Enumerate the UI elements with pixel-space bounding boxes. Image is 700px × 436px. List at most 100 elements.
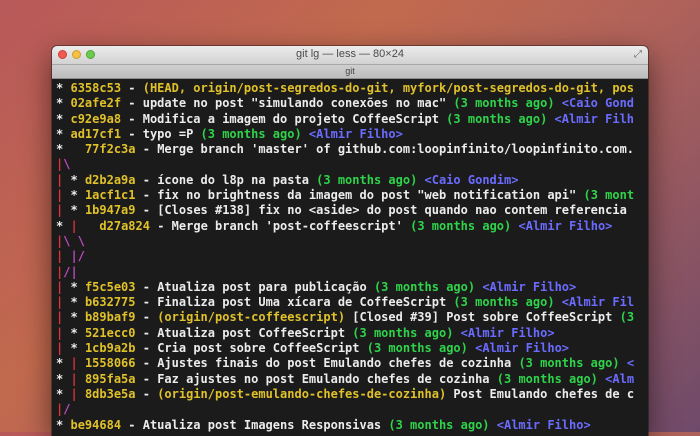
commit-hash: b632775 [84,295,136,310]
log-line: | * 1acf1c1 - fix no brightness da image… [56,188,648,203]
separator: - [121,81,143,95]
commit-hash: 895fa5a [84,371,136,386]
separator: - [135,203,158,218]
commit-date: (3 months ago) [366,341,476,356]
commit-message: Post Emulando chefes de c [453,386,635,401]
graph: * | [56,371,78,386]
commit-date: (3 months ago) [453,96,562,111]
graph: * [56,81,64,95]
separator: - [135,386,158,401]
log-line: |\ \ [56,234,648,249]
commit-hash: c92e9a8 [70,111,122,126]
commit-date: (3 months ago) [316,172,425,187]
graph: | * [56,310,78,325]
title-bar[interactable]: git lg — less — 80×24 ⤢ [52,46,648,65]
separator: - [135,172,158,187]
log-line: | * 521ecc0 - Atualiza post CoffeeScript… [56,326,648,341]
commit-author: <Caio Gond [561,96,635,111]
terminal-window: git lg — less — 80×24 ⤢ git * 6358c53 - … [52,46,648,436]
log-line: | * d2b2a9a - ícone do l8p na pasta (3 m… [56,173,648,188]
ref-names: (origin/post-coffeescript) [157,310,353,325]
log-line: | * f5c5e03 - Atualiza post para publica… [56,280,648,295]
separator: - [135,310,158,325]
commit-author: < [626,356,635,371]
commit-date: (3 [619,310,635,325]
commit-author: <Alm [605,371,635,386]
separator: - [149,218,172,233]
log-line: | * b632775 - Finaliza post Uma xícara d… [56,295,648,310]
commit-hash: 1cb9a2b [84,341,136,356]
graph: * | [56,356,78,371]
commit-author: <Almir Filho> [460,325,555,340]
separator: - [121,126,143,141]
commit-date: (3 mont [583,188,635,203]
commit-date: (3 months ago) [410,218,519,233]
log-line: * | 8db3e5a - (origin/post-emulando-chef… [56,387,648,402]
ref-names: (origin/post-emulando-chefes-de-cozinha) [157,386,454,401]
commit-hash: b89baf9 [84,310,136,325]
commit-date: (3 months ago) [496,371,606,386]
commit-author: <Almir Filho> [518,218,613,233]
terminal-output[interactable]: * 6358c53 - (HEAD, origin/post-segredos-… [52,79,648,433]
commit-hash: d2b2a9a [84,172,136,187]
commit-message: Ajustes finais do post Emulando chefes d… [157,356,519,371]
commit-message: [Closed #39] Post sobre CoffeeScript [352,310,620,325]
separator: - [121,417,143,432]
graph: * | [56,218,78,233]
window-title: git lg — less — 80×24 [296,48,404,60]
commit-date: (3 months ago) [352,325,461,340]
log-line: * be94684 - Atualiza post Imagens Respon… [56,418,648,433]
separator: - [135,188,158,203]
log-line: | * 1cb9a2b - Cria post sobre CoffeeScri… [56,341,648,356]
separator: - [135,356,158,371]
commit-message: Cria post sobre CoffeeScript [157,341,367,356]
commit-message: Merge branch 'master' of github.com:loop… [157,142,635,157]
tab-git[interactable]: git [52,65,648,78]
graph: | * [56,341,78,356]
commit-message: fix no brightness da imagem do post "web… [157,188,584,203]
graph: | * [56,172,78,187]
graph: * [56,142,64,157]
log-line: * c92e9a8 - Modifica a imagem do projeto… [56,112,648,127]
log-line: | |/ [56,249,648,264]
graph: | * [56,188,78,203]
commit-hash: 1b947a9 [84,203,136,218]
commit-hash: be94684 [70,417,122,432]
graph: | * [56,203,78,218]
graph: | * [56,325,78,340]
commit-date: (3 months ago) [446,111,555,126]
commit-author: <Almir Filho> [496,417,591,432]
log-line: | * 1b947a9 - [Closes #138] fix no <asid… [56,203,648,218]
commit-message: Modifica a imagem do projeto CoffeeScrip… [142,111,447,126]
commit-message: [Closes #138] fix no <aside> do post qua… [157,203,627,218]
fullscreen-icon[interactable]: ⤢ [634,49,642,60]
log-line: * | 1558066 - Ajustes finais do post Emu… [56,356,648,371]
commit-author: <Almir Fil [561,295,635,310]
commit-hash: 77f2c3a [84,142,136,157]
commit-date: (3 months ago) [453,295,562,310]
commit-message: ícone do l8p na pasta [157,172,317,187]
log-line: |\ [56,157,648,172]
graph: |\ \ [56,233,85,248]
ref-names: (HEAD, origin/post-segredos-do-git, myfo… [142,81,635,95]
separator: - [135,295,158,310]
separator: - [135,371,158,386]
commit-message: update no post "simulando conexões no ma… [142,96,454,111]
commit-hash: 6358c53 [70,81,122,95]
graph: * [56,96,64,111]
commit-author: <Almir Filho> [482,279,577,294]
commit-hash: 521ecc0 [84,325,136,340]
commit-message: typo =P [142,126,201,141]
graph: |/ [56,402,71,417]
commit-hash: f5c5e03 [84,279,136,294]
commit-date: (3 months ago) [518,356,627,371]
commit-author: <Almir Filh [554,111,635,126]
commit-message: Atualiza post Imagens Responsivas [142,417,389,432]
separator: - [121,111,143,126]
graph: * [56,126,64,141]
graph: * | [56,386,78,401]
commit-date: (3 months ago) [373,279,483,294]
separator: - [135,341,158,356]
commit-message: Atualiza post para publicação [157,279,374,294]
commit-hash: 1558066 [84,356,136,371]
